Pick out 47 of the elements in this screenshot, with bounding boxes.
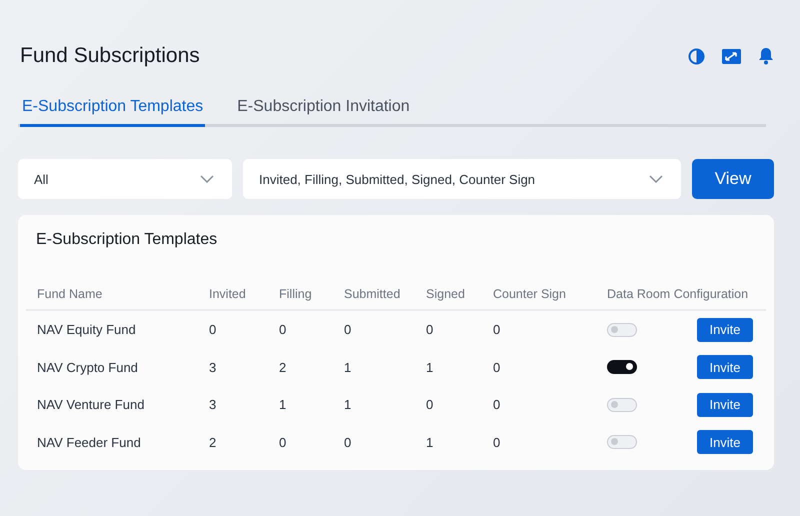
table-cell-text: 0 — [425, 397, 434, 412]
table-cell-text: 0 — [208, 322, 218, 338]
fund-select[interactable]: All — [18, 159, 232, 199]
card-title: E-Subscription Templates — [36, 231, 218, 249]
notification-icon[interactable] — [758, 47, 774, 65]
tab[interactable]: E-Subscription Invitation — [235, 92, 412, 127]
table-cell-text: 0 — [492, 360, 502, 375]
table-cell-text: 1 — [425, 360, 434, 375]
table-cell-text: 0 — [343, 434, 352, 450]
invite-button[interactable]: Invite — [697, 318, 753, 342]
table-cell-text: 3 — [208, 360, 218, 375]
table-cell-text: 0 — [492, 397, 502, 412]
column-header: Data Room Configuration — [606, 287, 750, 301]
invite-button[interactable]: Invite — [697, 430, 753, 454]
table-cell-text: 1 — [343, 397, 352, 412]
column-header: Counter Sign — [492, 287, 567, 301]
tab[interactable]: E-Subscription Templates — [20, 92, 206, 127]
table-cell-text: 0 — [278, 322, 288, 338]
table-cell-text: 3 — [208, 397, 218, 412]
table-cell-text: 2 — [208, 434, 218, 450]
page-title: Fund Subscriptions — [20, 44, 200, 68]
table-cell-text: 0 — [343, 322, 352, 338]
status-select[interactable]: Invited, Filling, Submitted, Signed, Counter Sign — [243, 159, 681, 199]
chevron-down-icon — [649, 175, 663, 183]
invite-button[interactable]: Invite — [697, 392, 753, 417]
column-header: Fund Name — [36, 287, 104, 301]
column-header: Invited — [208, 287, 247, 301]
table-cell-text: 1 — [425, 434, 434, 450]
table-cell-text: NAV Venture Fund — [36, 397, 146, 412]
table-cell-text: 2 — [278, 360, 288, 375]
table-cell-text: 0 — [492, 322, 502, 338]
column-header: Filling — [278, 287, 313, 301]
toggle-switch[interactable] — [607, 360, 637, 374]
table-cell-text: 0 — [278, 434, 288, 450]
view-button[interactable]: View — [692, 159, 774, 199]
table-cell-text: 1 — [343, 360, 352, 375]
table-cell-text: 0 — [492, 434, 502, 450]
table-cell-text: NAV Feeder Fund — [36, 434, 142, 450]
chevron-down-icon — [200, 175, 214, 183]
table-cell-text: NAV Crypto Fund — [36, 360, 139, 375]
column-header: Signed — [425, 287, 466, 301]
contrast-icon[interactable] — [688, 48, 705, 64]
invite-button[interactable]: Invite — [697, 355, 753, 380]
table-cell-text: 1 — [278, 397, 288, 412]
table-cell-text: 0 — [425, 322, 434, 338]
table-cell-text: NAV Equity Fund — [36, 322, 137, 338]
column-header: Submitted — [343, 287, 402, 301]
